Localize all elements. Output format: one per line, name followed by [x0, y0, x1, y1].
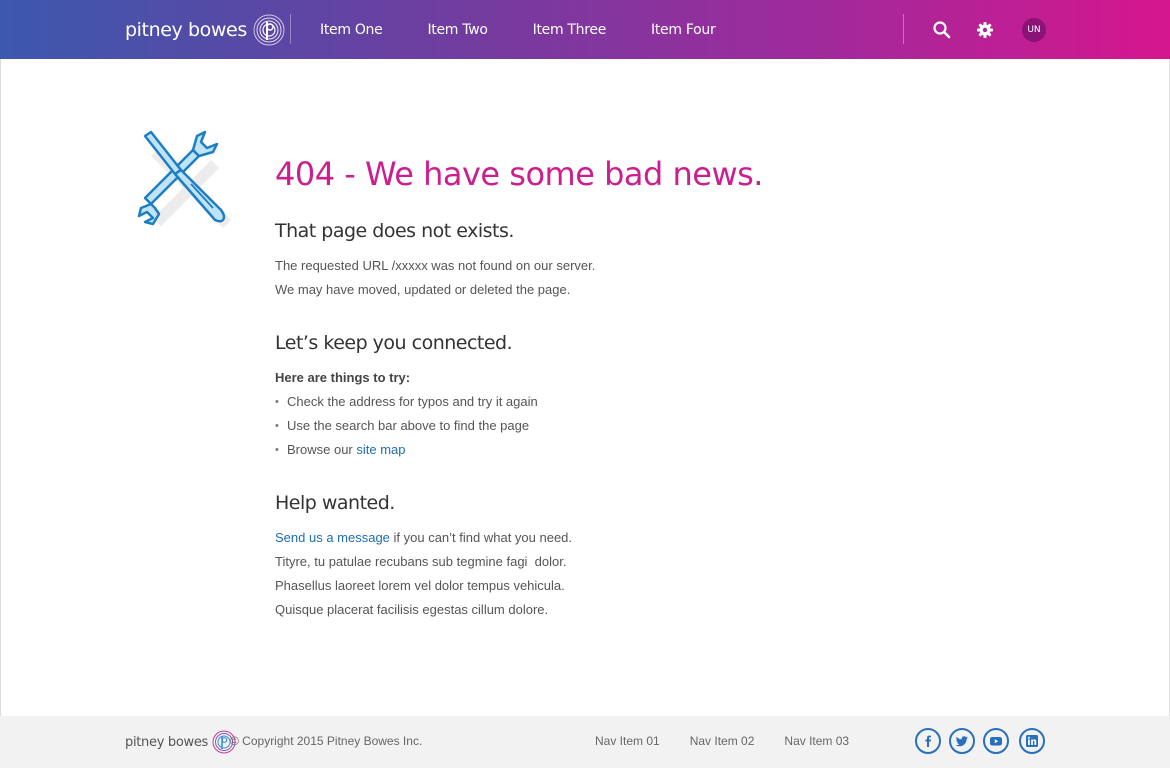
footer-nav-item-02[interactable]: Nav Item 02 — [690, 734, 755, 748]
youtube-icon[interactable] — [983, 728, 1009, 754]
header-divider — [290, 14, 291, 44]
bullet-text: Check the address for typos and try it a… — [287, 394, 538, 409]
bullet-icon: • — [275, 444, 279, 456]
nav-item-two[interactable]: Item Two — [427, 22, 487, 38]
bullet-icon: • — [275, 396, 279, 408]
section-title-connected: Let’s keep you connected. — [275, 332, 513, 354]
help-line-1: Send us a message if you can’t find what… — [275, 526, 975, 550]
facebook-glyph — [925, 735, 931, 747]
header-divider-right — [903, 14, 904, 44]
bullet-text: Browse our — [287, 442, 357, 457]
list-item: • Use the search bar above to find the p… — [275, 414, 975, 438]
footer-nav-item-01[interactable]: Nav Item 01 — [595, 734, 660, 748]
linkedin-glyph — [1026, 735, 1038, 747]
twitter-icon[interactable] — [949, 728, 975, 754]
youtube-glyph — [990, 737, 1002, 746]
help-line-2: Tityre, tu patulae recubans sub tegmine … — [275, 554, 567, 569]
list-item: • Check the address for typos and try it… — [275, 390, 975, 414]
logo-mark-icon — [253, 14, 285, 46]
site-map-link[interactable]: site map — [356, 438, 405, 462]
footer-logo[interactable]: pitney bowes — [125, 730, 236, 754]
nav-item-three[interactable]: Item Three — [533, 22, 607, 38]
frame-border-left — [0, 59, 1, 716]
nav-item-one[interactable]: Item One — [320, 22, 383, 38]
tools-icon — [137, 130, 231, 228]
page-title: 404 - We have some bad news. — [275, 155, 763, 193]
help-line-4: Quisque placerat facilisis egestas cillu… — [275, 602, 549, 617]
section-title-help: Help wanted. — [275, 492, 395, 514]
footer-logo-text: pitney bowes — [125, 734, 209, 750]
pitney-bowes-logo[interactable]: pitney bowes — [125, 14, 285, 46]
facebook-icon[interactable] — [915, 728, 941, 754]
gear-icon[interactable] — [974, 19, 996, 41]
main-nav: Item One Item Two Item Three Item Four — [320, 0, 760, 59]
bullet-icon: • — [275, 420, 279, 432]
top-header: pitney bowes Item One Item Two Item Thre… — [0, 0, 1170, 59]
send-message-link[interactable]: Send us a message — [275, 530, 390, 545]
not-found-line-1: The requested URL /xxxxx was not found o… — [275, 258, 596, 273]
page-footer: pitney bowes © Copyright 2015 Pitney Bow… — [0, 716, 1170, 768]
things-to-try-label: Here are things to try: — [275, 370, 411, 385]
footer-nav: Nav Item 01 Nav Item 02 Nav Item 03 — [595, 734, 879, 748]
not-found-line-2: We may have moved, updated or deleted th… — [275, 282, 571, 297]
linkedin-icon[interactable] — [1019, 728, 1045, 754]
nav-item-four[interactable]: Item Four — [651, 22, 716, 38]
copyright-text: © Copyright 2015 Pitney Bowes Inc. — [230, 734, 423, 748]
user-avatar[interactable]: UN — [1022, 18, 1046, 42]
help-line-3: Phasellus laoreet lorem vel dolor tempus… — [275, 578, 565, 593]
list-item: • Browse our site map — [275, 438, 975, 462]
help-line-1-text: if you can’t find what you need. — [389, 530, 573, 545]
logo-text: pitney bowes — [125, 19, 247, 41]
error-content: 404 - We have some bad news. That page d… — [275, 150, 975, 622]
section-title-not-found: That page does not exists. — [275, 220, 514, 242]
footer-nav-item-03[interactable]: Nav Item 03 — [784, 734, 849, 748]
bullet-text: Use the search bar above to find the pag… — [287, 418, 530, 433]
search-icon[interactable] — [931, 19, 953, 41]
twitter-glyph — [955, 736, 968, 747]
